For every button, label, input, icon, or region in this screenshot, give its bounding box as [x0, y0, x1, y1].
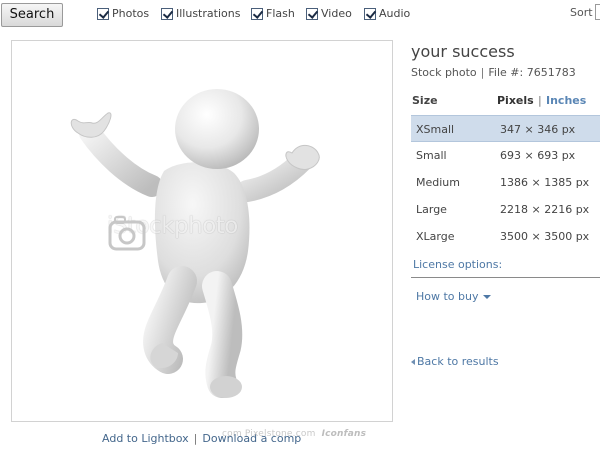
filter-label: Photos — [112, 7, 150, 20]
size-dimensions: 2218 × 2216 px — [500, 203, 590, 216]
size-column-header: Size — [412, 94, 438, 107]
size-name: XLarge — [416, 230, 455, 243]
size-row-small[interactable]: Small 693 × 693 px — [411, 142, 600, 169]
size-table: XSmall 347 × 346 px Small 693 × 693 px M… — [411, 115, 600, 250]
chevron-down-icon — [482, 295, 491, 299]
filter-label: Flash — [266, 7, 295, 20]
image-type: Stock photo — [411, 66, 477, 79]
unit-separator: | — [538, 94, 542, 107]
divider — [411, 277, 600, 278]
filter-label: Illustrations — [176, 7, 241, 20]
chevron-left-icon — [411, 358, 415, 365]
size-dimensions: 347 × 346 px — [500, 123, 576, 136]
filter-illustrations[interactable]: Illustrations — [161, 6, 240, 22]
link-separator: | — [193, 432, 198, 445]
filter-video[interactable]: Video — [306, 6, 352, 22]
flash-checkbox[interactable] — [251, 8, 263, 20]
size-row-xsmall[interactable]: XSmall 347 × 346 px — [411, 115, 600, 142]
filter-label: Video — [321, 7, 352, 20]
add-to-lightbox-link[interactable]: Add to Lightbox — [102, 432, 189, 445]
how-to-buy-label: How to buy — [416, 290, 479, 303]
size-name: Large — [416, 203, 447, 216]
filter-flash[interactable]: Flash — [251, 6, 295, 22]
size-name: Medium — [416, 176, 460, 189]
how-to-buy-dropdown[interactable]: How to buy — [416, 290, 491, 303]
size-dimensions: 693 × 693 px — [500, 149, 576, 162]
site-logo-text: Iconfans — [321, 429, 367, 439]
back-to-results-label: Back to results — [417, 355, 499, 368]
meta-separator: | — [480, 66, 485, 79]
filter-bar: Search Photos Illustrations Flash Video … — [0, 0, 600, 30]
size-dimensions: 3500 × 3500 px — [500, 230, 590, 243]
file-number: File #: 7651783 — [488, 66, 576, 79]
image-preview[interactable]: iStockphoto — [11, 40, 393, 422]
license-options-link[interactable]: License options: — [413, 258, 502, 271]
filter-label: Audio — [379, 7, 411, 20]
site-watermark: com Pixelstone.com Iconfans — [222, 429, 366, 439]
size-name: XSmall — [416, 123, 455, 136]
size-row-xlarge[interactable]: XLarge 3500 × 3500 px — [411, 223, 600, 250]
size-dimensions: 1386 × 1385 px — [500, 176, 590, 189]
size-row-medium[interactable]: Medium 1386 × 1385 px — [411, 169, 600, 196]
size-row-large[interactable]: Large 2218 × 2216 px — [411, 196, 600, 223]
search-button[interactable]: Search — [1, 3, 63, 27]
size-name: Small — [416, 149, 447, 162]
image-meta: Stock photo | File #: 7651783 — [411, 66, 576, 79]
image-title: your success — [411, 42, 515, 61]
size-table-header: Size Pixels | Inches — [411, 94, 600, 112]
pixels-toggle[interactable]: Pixels — [497, 94, 534, 107]
sort-label: Sort — [570, 6, 593, 19]
filter-photos[interactable]: Photos — [97, 6, 149, 22]
sort-select[interactable] — [595, 4, 600, 20]
photos-checkbox[interactable] — [97, 8, 109, 20]
watermark: iStockphoto — [107, 213, 238, 251]
video-checkbox[interactable] — [306, 8, 318, 20]
filter-audio[interactable]: Audio — [364, 6, 410, 22]
illustrations-checkbox[interactable] — [161, 8, 173, 20]
istockphoto-logo-icon — [108, 216, 146, 251]
site-mark-text: com Pixelstone.com — [222, 429, 316, 439]
inches-toggle[interactable]: Inches — [546, 94, 586, 107]
back-to-results-link[interactable]: Back to results — [411, 355, 499, 368]
audio-checkbox[interactable] — [364, 8, 376, 20]
